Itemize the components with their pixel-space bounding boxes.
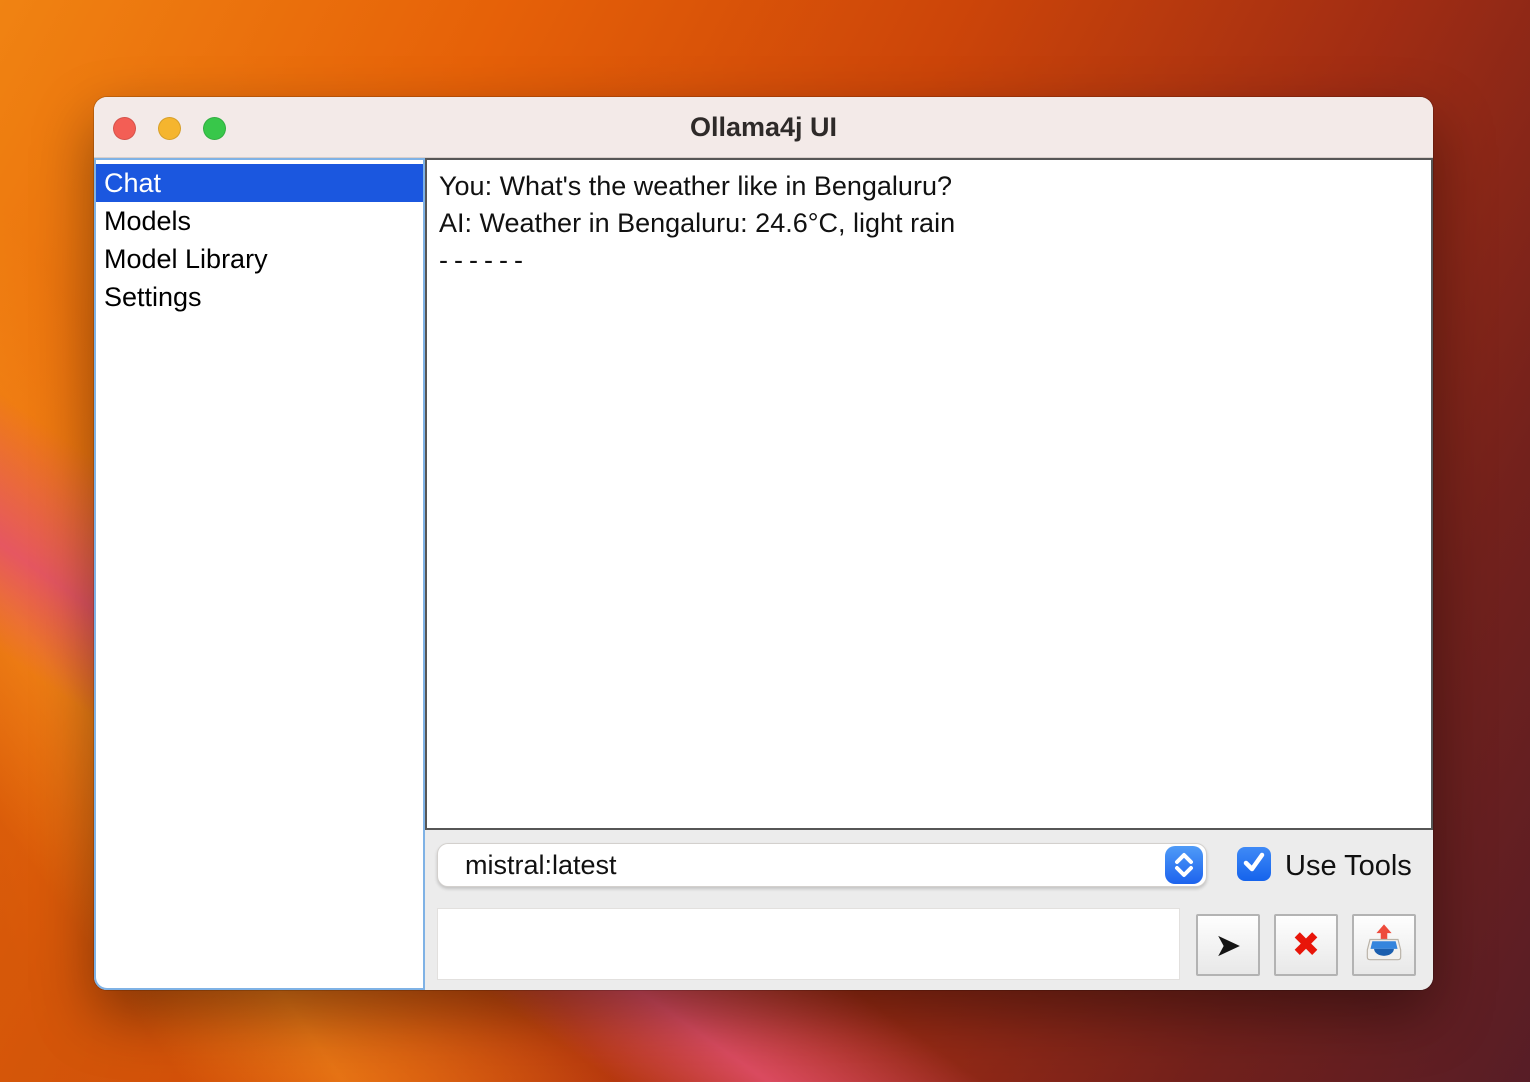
sidebar-item-chat[interactable]: Chat <box>96 164 423 202</box>
outbox-tray-icon <box>1363 922 1405 969</box>
sidebar-item-settings[interactable]: Settings <box>96 278 423 316</box>
titlebar[interactable]: Ollama4j UI <box>94 97 1433 158</box>
chat-separator: ------ <box>439 242 1419 279</box>
sidebar-item-model-library[interactable]: Model Library <box>96 240 423 278</box>
chat-message-ai: AI: Weather in Bengaluru: 24.6°C, light … <box>439 205 1419 242</box>
desktop-wallpaper: Ollama4j UI Chat Models Model Library Se… <box>0 0 1530 1082</box>
composer-panel: mistral:latest <box>425 830 1433 990</box>
model-select-value: mistral:latest <box>438 850 1165 881</box>
sidebar-item-models[interactable]: Models <box>96 202 423 240</box>
upload-button[interactable] <box>1352 914 1416 976</box>
red-x-icon: ✖ <box>1292 928 1321 962</box>
send-arrow-icon: ➤ <box>1215 929 1242 961</box>
checkmark-icon <box>1241 849 1267 880</box>
model-select[interactable]: mistral:latest <box>437 843 1207 887</box>
chat-message-user: You: What's the weather like in Bengalur… <box>439 168 1419 205</box>
stop-button[interactable]: ✖ <box>1274 914 1338 976</box>
use-tools-label: Use Tools <box>1285 850 1412 883</box>
sidebar-nav: Chat Models Model Library Settings <box>94 158 425 990</box>
up-down-chevrons-icon <box>1165 846 1203 884</box>
message-input[interactable] <box>437 908 1180 980</box>
app-window: Ollama4j UI Chat Models Model Library Se… <box>94 97 1433 990</box>
use-tools-checkbox[interactable] <box>1237 847 1271 881</box>
send-button[interactable]: ➤ <box>1196 914 1260 976</box>
chat-transcript[interactable]: You: What's the weather like in Bengalur… <box>425 158 1433 830</box>
window-title: Ollama4j UI <box>94 97 1433 158</box>
